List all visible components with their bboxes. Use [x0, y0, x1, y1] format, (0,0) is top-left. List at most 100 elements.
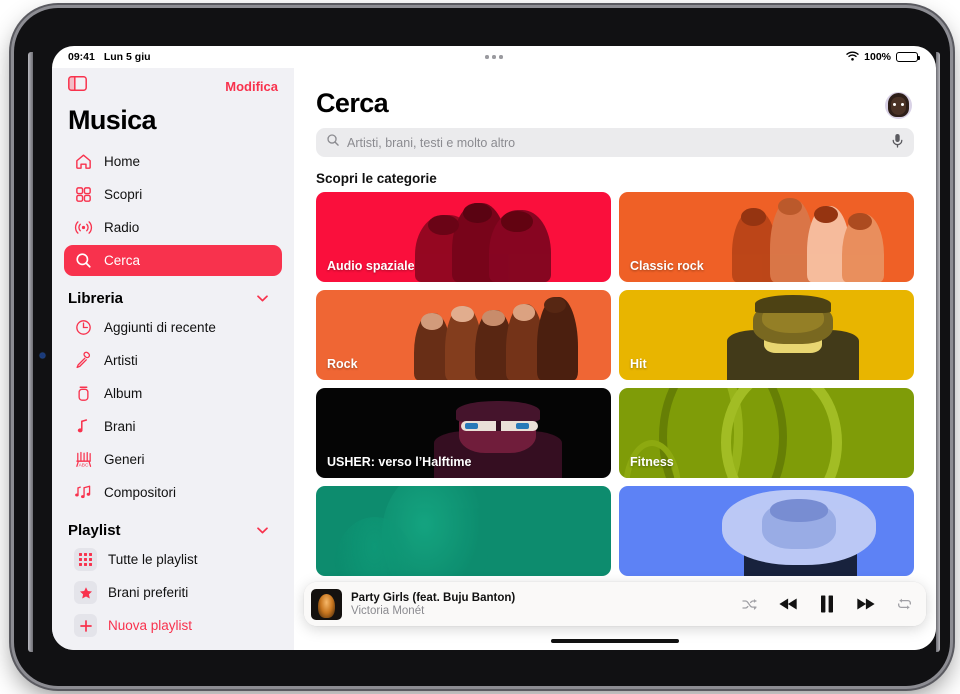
fast-forward-icon[interactable] [856, 597, 875, 611]
card-label: Rock [327, 357, 358, 371]
band-of-five [410, 290, 581, 380]
app-title: Musica [68, 105, 157, 135]
category-card-usher[interactable]: USHER: verso l’Halftime [316, 388, 611, 478]
main-content: Cerca Artisti, brani, testi e molto altr… [294, 68, 936, 650]
category-card-green[interactable] [316, 486, 611, 576]
category-card-fitness[interactable]: Fitness [619, 388, 914, 478]
album-icon [74, 384, 93, 403]
sidebar-item-tutte-le-playlist[interactable]: Tutte le playlist [64, 544, 282, 575]
clock-icon [74, 318, 93, 337]
tablet-screen: 09:41 Lun 5 giu 100% Modifica Musica Hom… [52, 46, 936, 650]
sidebar-item-label: Generi [104, 452, 145, 467]
green-abstract-gradient [316, 486, 499, 576]
microphone-icon[interactable] [891, 133, 904, 153]
playlist-grid-icon [74, 548, 97, 571]
status-time: 09:41 [68, 51, 95, 63]
sidebar-item-artisti[interactable]: Artisti [64, 345, 282, 376]
chevron-down-icon[interactable] [257, 525, 272, 537]
music-note-icon [74, 417, 93, 436]
sidebar-item-brani[interactable]: Brani [64, 411, 282, 442]
front-camera-indicator [40, 353, 45, 358]
window-grabber-dots-icon [485, 55, 503, 59]
microphone-icon [74, 351, 93, 370]
device-left-edge [28, 52, 33, 652]
search-icon [74, 251, 93, 270]
sidebar-item-label: Tutte le playlist [108, 552, 198, 567]
sidebar-item-generi[interactable]: ABC Generi [64, 444, 282, 475]
sidebar-item-aggiunti-di-recente[interactable]: Aggiunti di recente [64, 312, 282, 343]
shuffle-icon[interactable] [742, 598, 757, 611]
category-card-hit[interactable]: Hit [619, 290, 914, 380]
home-indicator[interactable] [551, 638, 679, 643]
category-card-classic-rock[interactable]: Classic rock [619, 192, 914, 282]
sidebar-item-label: Radio [104, 220, 140, 235]
sidebar-item-cerca[interactable]: Cerca [64, 245, 282, 276]
rewind-icon[interactable] [779, 597, 798, 611]
status-bar-right: 100% [846, 51, 936, 64]
player-controls [742, 595, 912, 613]
house-icon [74, 152, 93, 171]
sidebar-section-playlist[interactable]: Playlist [64, 510, 282, 544]
window-grabber[interactable] [52, 46, 936, 68]
svg-text:ABC: ABC [79, 463, 89, 469]
grid-squares-icon [74, 185, 93, 204]
card-label [316, 567, 327, 576]
device-right-edge [936, 52, 940, 652]
search-icon [326, 133, 340, 152]
male-artist-portrait [702, 290, 885, 380]
main-header: Cerca [294, 68, 936, 119]
wifi-icon [846, 51, 859, 64]
genres-icon: ABC [74, 450, 93, 469]
sidebar-item-label: Brani preferiti [108, 585, 189, 600]
sidebar-item-brani-preferiti[interactable]: Brani preferiti [64, 577, 282, 608]
sidebar-item-label: Artisti [104, 353, 138, 368]
category-card-audio-spaziale[interactable]: Audio spaziale [316, 192, 611, 282]
sidebar-item-label: Nuova playlist [108, 618, 193, 633]
double-note-icon [74, 483, 93, 502]
sidebar-toggle-icon[interactable] [68, 76, 87, 96]
pause-icon[interactable] [820, 595, 834, 613]
status-bar: 09:41 Lun 5 giu 100% [52, 46, 936, 68]
album-artwork[interactable] [311, 588, 342, 620]
sidebar-section-libreria[interactable]: Libreria [64, 278, 282, 312]
card-label: Hit [630, 357, 647, 371]
sidebar-item-label: Brani [104, 419, 136, 434]
status-bar-left: 09:41 Lun 5 giu [52, 51, 151, 63]
chevron-down-icon[interactable] [257, 293, 272, 305]
category-card-rock[interactable]: Rock [316, 290, 611, 380]
section-title: Libreria [68, 290, 124, 307]
sidebar-item-compositori[interactable]: Compositori [64, 477, 282, 508]
sidebar-item-radio[interactable]: Radio [64, 212, 282, 243]
plus-icon [74, 614, 97, 637]
now-playing-meta: Party Girls (feat. Buju Banton) Victoria… [351, 592, 515, 617]
card-label [619, 567, 630, 576]
category-card-blue[interactable] [619, 486, 914, 576]
sidebar-item-home[interactable]: Home [64, 146, 282, 177]
sidebar-item-nuova-playlist[interactable]: Nuova playlist [64, 610, 282, 641]
edit-button[interactable]: Modifica [225, 79, 278, 94]
sidebar-item-label: Home [104, 154, 141, 169]
card-label: Audio spaziale [327, 259, 415, 273]
mini-player[interactable]: Party Girls (feat. Buju Banton) Victoria… [304, 582, 926, 626]
sidebar-item-label: Aggiunti di recente [104, 320, 216, 335]
repeat-icon[interactable] [897, 597, 912, 611]
search-input[interactable]: Artisti, brani, testi e molto altro [316, 128, 914, 157]
star-icon [74, 581, 97, 604]
status-date: Lun 5 giu [103, 51, 151, 63]
card-label: Fitness [630, 455, 674, 469]
avatar[interactable] [885, 92, 912, 119]
band-of-four [725, 192, 896, 282]
sidebar-item-album[interactable]: Album [64, 378, 282, 409]
sidebar-item-label: Scopri [104, 187, 143, 202]
radio-waves-icon [74, 218, 93, 237]
search-placeholder: Artisti, brani, testi e molto altro [347, 135, 516, 150]
sidebar: Modifica Musica Home Scopri Radio Cerca … [52, 68, 294, 650]
female-artist-portrait [708, 486, 891, 576]
sidebar-item-label: Compositori [104, 485, 177, 500]
card-label: Classic rock [630, 259, 704, 273]
section-title: Playlist [68, 522, 121, 539]
card-label: USHER: verso l’Halftime [327, 455, 472, 469]
sidebar-item-scopri[interactable]: Scopri [64, 179, 282, 210]
section-title-categories: Scopri le categorie [316, 171, 437, 186]
page-title: Cerca [316, 88, 389, 118]
